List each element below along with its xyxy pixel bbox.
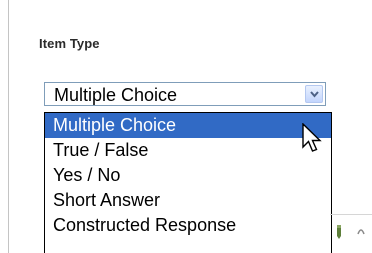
item-type-select[interactable]: Multiple Choice	[44, 82, 326, 106]
option-yes-no[interactable]: Yes / No	[45, 163, 331, 188]
mouse-pointer-icon	[302, 123, 322, 152]
option-multiple-choice[interactable]: Multiple Choice	[45, 113, 331, 138]
item-type-label: Item Type	[39, 36, 100, 51]
chevron-down-icon	[310, 91, 319, 98]
background-pencil-icon	[337, 225, 341, 239]
dropdown-arrow-button[interactable]	[305, 85, 323, 103]
option-short-answer[interactable]: Short Answer	[45, 188, 331, 213]
panel-left-border	[8, 0, 9, 253]
background-divider	[330, 214, 372, 215]
background-small-icon	[357, 229, 365, 235]
item-type-selected-value: Multiple Choice	[54, 85, 178, 105]
item-type-options-list[interactable]: Multiple Choice True / False Yes / No Sh…	[44, 112, 332, 253]
option-constructed-response[interactable]: Constructed Response	[45, 213, 331, 238]
option-true-false[interactable]: True / False	[45, 138, 331, 163]
